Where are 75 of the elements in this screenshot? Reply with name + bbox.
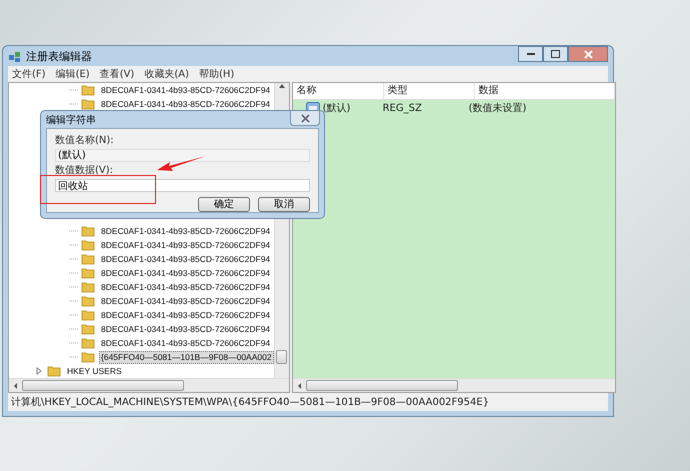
close-icon	[584, 50, 592, 58]
tree-connector-line	[69, 342, 79, 344]
scroll-left-arrow-icon[interactable]	[13, 382, 18, 390]
folder-icon	[81, 309, 95, 321]
tree-connector-line	[69, 328, 79, 330]
folder-icon	[81, 267, 95, 279]
menu-item[interactable]: 帮助(H)	[199, 67, 234, 81]
scroll-thumb[interactable]	[306, 380, 458, 391]
close-button[interactable]	[290, 111, 320, 126]
folder-icon	[81, 351, 95, 363]
menu-item[interactable]: 编辑(E)	[56, 67, 90, 81]
tree-connector-line	[69, 89, 79, 91]
tree-item[interactable]: 8DEC0AF1-0341-4b93-85CD-72606C2DF94	[99, 266, 272, 280]
expand-arrow-icon[interactable]	[35, 367, 43, 375]
tree-connector-line	[69, 356, 79, 358]
minimize-icon	[526, 53, 534, 55]
column-header[interactable]: 名称	[292, 83, 384, 99]
tree-item[interactable]: HKEY USERS	[65, 364, 124, 378]
close-icon	[300, 114, 310, 122]
registry-app-icon	[8, 49, 22, 63]
scroll-thumb[interactable]	[276, 350, 288, 364]
value-data-field[interactable]: 回收站	[55, 179, 310, 192]
scroll-left-arrow-icon[interactable]	[296, 382, 302, 390]
tree-connector-line	[69, 314, 79, 316]
tree-connector-line	[69, 286, 79, 288]
scroll-up-arrow-icon[interactable]	[278, 83, 286, 89]
tree-item[interactable]: 8DEC0AF1-0341-4b93-85CD-72606C2DF94	[99, 238, 272, 252]
tree-connector-line	[69, 230, 79, 232]
tree-item[interactable]: 8DEC0AF1-0341-4b93-85CD-72606C2DF94	[99, 308, 272, 322]
minimize-button[interactable]	[518, 46, 543, 62]
tree-connector-line	[69, 244, 79, 246]
folder-icon	[81, 323, 95, 335]
horizontal-scrollbar[interactable]	[9, 378, 289, 392]
field-label: 数值数据(V):	[55, 165, 114, 177]
tree-connector-line	[69, 272, 79, 274]
tree-item[interactable]: {645FFO40—5081—101B—9F08—00AA002	[99, 350, 274, 364]
tree-item[interactable]: 8DEC0AF1-0341-4b93-85CD-72606C2DF94	[99, 294, 272, 308]
menu-item[interactable]: 收藏夹(A)	[144, 67, 189, 81]
tree-connector-line	[69, 103, 79, 105]
dialog-button[interactable]: 确定	[198, 197, 250, 212]
folder-icon	[81, 281, 95, 293]
folder-icon	[81, 253, 95, 265]
menu-item[interactable]: 文件(F)	[12, 67, 46, 81]
tree-connector-line	[69, 300, 79, 302]
tree-connector-line	[69, 258, 79, 260]
folder-icon	[81, 239, 95, 251]
tree-item[interactable]: 8DEC0AF1-0341-4b93-85CD-72606C2DF94	[99, 84, 272, 96]
dialog-title: 编辑字符串	[46, 114, 96, 126]
tree-item[interactable]: 8DEC0AF1-0341-4b93-85CD-72606C2DF94	[99, 224, 272, 238]
folder-icon	[81, 225, 95, 237]
scroll-thumb[interactable]	[22, 380, 184, 391]
horizontal-scrollbar[interactable]	[292, 378, 615, 392]
folder-icon	[81, 337, 95, 349]
table-cell-text: REG_SZ	[382, 102, 423, 114]
maximize-button[interactable]	[543, 46, 568, 62]
tree-item[interactable]: 8DEC0AF1-0341-4b93-85CD-72606C2DF94	[99, 98, 272, 110]
close-button[interactable]	[568, 46, 608, 62]
tree-item[interactable]: 8DEC0AF1-0341-4b93-85CD-72606C2DF94	[99, 280, 272, 294]
tree-item[interactable]: 8DEC0AF1-0341-4b93-85CD-72606C2DF94	[99, 322, 272, 336]
table-cell-text: (数值未设置)	[468, 102, 528, 115]
menu-item[interactable]: 查看(V)	[100, 67, 134, 81]
table-cell-text: (默认)	[322, 102, 350, 115]
annotation-arrow	[157, 155, 207, 173]
status-path: 计算机\HKEY_LOCAL_MACHINE\SYSTEM\WPA\{645FFO40—5081—101B—9F08—00AA002F954E}	[11, 396, 490, 409]
window-title: 注册表编辑器	[26, 48, 92, 64]
tree-item[interactable]: 8DEC0AF1-0341-4b93-85CD-72606C2DF94	[99, 336, 272, 350]
value-name-field[interactable]: (默认)	[55, 149, 310, 162]
column-header[interactable]: 数据	[474, 83, 615, 99]
dialog-button[interactable]: 取消	[258, 197, 310, 212]
folder-icon	[81, 84, 95, 96]
folder-icon	[81, 295, 95, 307]
column-header[interactable]: 类型	[384, 83, 475, 99]
tree-item[interactable]: 8DEC0AF1-0341-4b93-85CD-72606C2DF94	[99, 252, 272, 266]
field-label: 数值名称(N):	[55, 135, 114, 147]
maximize-icon	[551, 50, 560, 58]
